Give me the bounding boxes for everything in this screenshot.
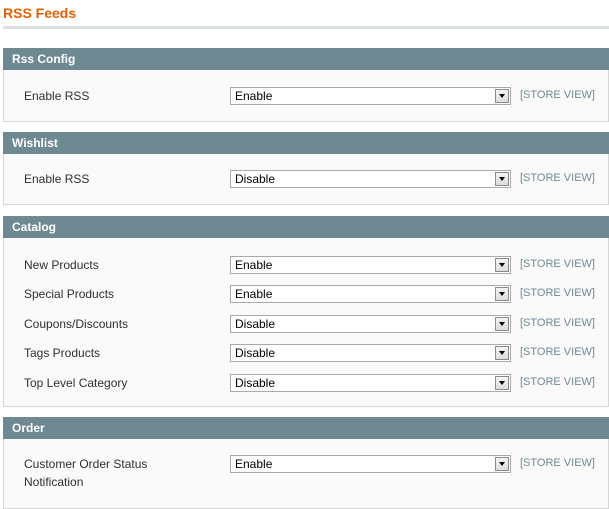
config-row-enable-rss: Enable RSS Enable [STORE VIEW] [4,87,608,107]
chevron-down-icon[interactable] [495,376,509,390]
page-title: RSS Feeds [3,5,77,21]
enable-rss-select[interactable]: Enable [230,87,511,105]
section-header[interactable]: Wishlist [3,132,609,154]
wishlist-enable-rss-select[interactable]: Disable [230,170,511,188]
scope-label: [STORE VIEW] [520,89,595,101]
section-rss-config: Rss Config Enable RSS Enable [STORE VIEW… [3,48,609,122]
chevron-down-icon[interactable] [495,457,509,471]
scope-label: [STORE VIEW] [520,317,595,329]
section-header[interactable]: Catalog [3,216,609,238]
config-row-new-products: New Products Enable [STORE VIEW] [4,256,608,276]
chevron-down-icon[interactable] [495,346,509,360]
field-label: Top Level Category [24,376,128,390]
config-row-special-products: Special Products Enable [STORE VIEW] [4,285,608,305]
scope-label: [STORE VIEW] [520,287,595,299]
scope-label: [STORE VIEW] [520,376,595,388]
field-label: Coupons/Discounts [24,317,129,331]
select-value: Enable [235,457,273,471]
select-value: Disable [235,346,276,360]
chevron-down-icon[interactable] [495,258,509,272]
scope-label: [STORE VIEW] [520,457,595,469]
chevron-down-icon[interactable] [495,317,509,331]
scope-label: [STORE VIEW] [520,258,595,270]
select-value: Enable [235,287,273,301]
field-label: Enable RSS [24,89,90,103]
select-value: Disable [235,172,276,186]
section-body: New Products Enable [STORE VIEW] Special… [3,238,609,407]
section-body: Customer Order Status Notification Enabl… [3,439,609,509]
section-wishlist: Wishlist Enable RSS Disable [STORE VIEW] [3,132,609,205]
field-label: Customer Order Status Notification [24,457,148,489]
top-level-category-select[interactable]: Disable [230,374,511,392]
chevron-down-icon[interactable] [495,287,509,301]
field-label: Enable RSS [24,172,90,186]
chevron-down-icon[interactable] [495,172,509,186]
config-row-customer-order-status: Customer Order Status Notification Enabl… [4,455,608,495]
coupons-discounts-select[interactable]: Disable [230,315,511,333]
title-divider [3,26,609,29]
scope-label: [STORE VIEW] [520,172,595,184]
chevron-down-icon[interactable] [495,89,509,103]
field-label: Tags Products [24,346,101,360]
config-row-top-level-category: Top Level Category Disable [STORE VIEW] [4,374,608,394]
customer-order-status-select[interactable]: Enable [230,455,511,473]
config-row-tags-products: Tags Products Disable [STORE VIEW] [4,344,608,364]
field-label: Special Products [24,287,115,301]
section-order: Order Customer Order Status Notification… [3,417,609,509]
select-value: Enable [235,258,273,272]
new-products-select[interactable]: Enable [230,256,511,274]
tags-products-select[interactable]: Disable [230,344,511,362]
section-body: Enable RSS Disable [STORE VIEW] [3,154,609,205]
section-header[interactable]: Rss Config [3,48,609,70]
section-header[interactable]: Order [3,417,609,439]
select-value: Disable [235,376,276,390]
field-label: New Products [24,258,99,272]
section-catalog: Catalog New Products Enable [STORE VIEW]… [3,216,609,407]
special-products-select[interactable]: Enable [230,285,511,303]
config-row-coupons-discounts: Coupons/Discounts Disable [STORE VIEW] [4,315,608,335]
select-value: Disable [235,317,276,331]
scope-label: [STORE VIEW] [520,346,595,358]
select-value: Enable [235,89,273,103]
config-row-wishlist-enable-rss: Enable RSS Disable [STORE VIEW] [4,170,608,190]
section-body: Enable RSS Enable [STORE VIEW] [3,70,609,122]
